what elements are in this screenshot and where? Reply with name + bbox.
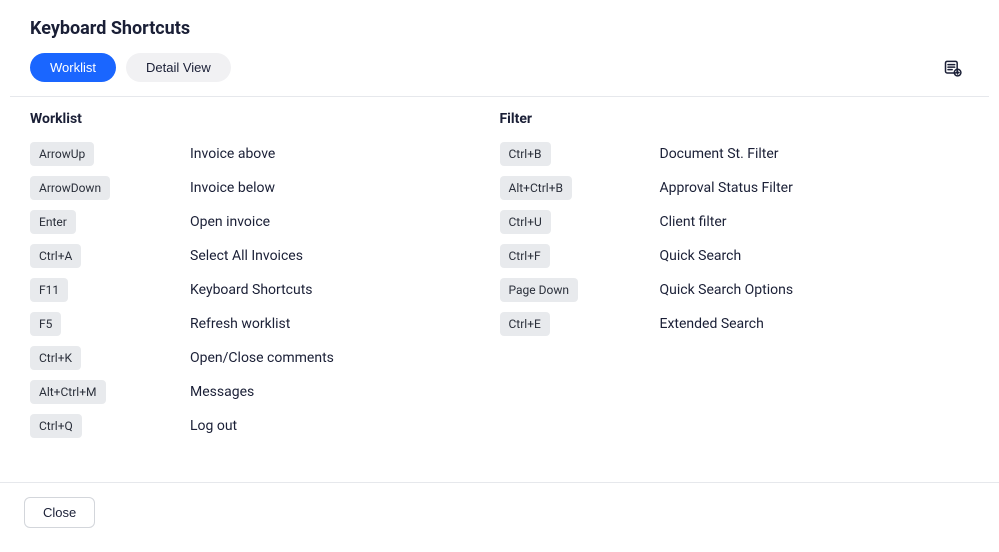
- shortcut-key: Page Down: [500, 278, 578, 302]
- shortcut-desc: Document St. Filter: [660, 146, 779, 162]
- shortcut-row: F11 Keyboard Shortcuts: [30, 273, 500, 307]
- shortcut-row: ArrowDown Invoice below: [30, 171, 500, 205]
- shortcut-row: Enter Open invoice: [30, 205, 500, 239]
- shortcut-key: F5: [30, 312, 61, 336]
- dialog-header: Keyboard Shortcuts Worklist Detail View: [0, 0, 999, 96]
- shortcut-key: Ctrl+E: [500, 312, 550, 336]
- shortcut-desc: Open/Close comments: [190, 350, 334, 366]
- shortcut-key: ArrowUp: [30, 142, 94, 166]
- column-filter: Filter Ctrl+B Document St. Filter Alt+Ct…: [500, 111, 970, 443]
- tab-detail-view[interactable]: Detail View: [126, 53, 231, 82]
- shortcut-key: Ctrl+Q: [30, 414, 82, 438]
- shortcut-desc: Log out: [190, 418, 237, 434]
- shortcut-desc: Refresh worklist: [190, 316, 290, 332]
- shortcut-key: Alt+Ctrl+M: [30, 380, 106, 404]
- shortcut-row: Ctrl+B Document St. Filter: [500, 137, 970, 171]
- shortcut-row: Ctrl+E Extended Search: [500, 307, 970, 341]
- section-heading-worklist: Worklist: [30, 111, 500, 127]
- shortcut-row: Page Down Quick Search Options: [500, 273, 970, 307]
- shortcut-table-filter: Ctrl+B Document St. Filter Alt+Ctrl+B Ap…: [500, 137, 970, 341]
- shortcut-row: Ctrl+U Client filter: [500, 205, 970, 239]
- shortcut-desc: Quick Search: [660, 248, 742, 264]
- shortcut-key: Ctrl+U: [500, 210, 551, 234]
- shortcut-key: Ctrl+A: [30, 244, 81, 268]
- shortcut-row: Ctrl+K Open/Close comments: [30, 341, 500, 375]
- shortcut-row: Ctrl+F Quick Search: [500, 239, 970, 273]
- tabs-group: Worklist Detail View: [30, 53, 231, 82]
- shortcut-row: ArrowUp Invoice above: [30, 137, 500, 171]
- shortcut-row: Alt+Ctrl+B Approval Status Filter: [500, 171, 970, 205]
- shortcut-row: F5 Refresh worklist: [30, 307, 500, 341]
- shortcut-desc: Messages: [190, 384, 254, 400]
- shortcut-desc: Invoice below: [190, 180, 275, 196]
- shortcut-desc: Client filter: [660, 214, 727, 230]
- shortcut-desc: Quick Search Options: [660, 282, 794, 298]
- shortcut-desc: Open invoice: [190, 214, 270, 230]
- tab-worklist[interactable]: Worklist: [30, 53, 116, 82]
- list-add-icon[interactable]: [943, 58, 963, 78]
- shortcut-desc: Keyboard Shortcuts: [190, 282, 313, 298]
- shortcut-table-worklist: ArrowUp Invoice above ArrowDown Invoice …: [30, 137, 500, 443]
- shortcut-key: Enter: [30, 210, 76, 234]
- shortcut-desc: Select All Invoices: [190, 248, 303, 264]
- shortcut-key: Ctrl+F: [500, 244, 550, 268]
- close-button[interactable]: Close: [24, 497, 95, 528]
- content-area: Worklist ArrowUp Invoice above ArrowDown…: [0, 97, 999, 443]
- shortcut-key: Ctrl+K: [30, 346, 81, 370]
- shortcut-row: Alt+Ctrl+M Messages: [30, 375, 500, 409]
- tabs-row: Worklist Detail View: [30, 53, 969, 96]
- shortcut-desc: Approval Status Filter: [660, 180, 793, 196]
- page-title: Keyboard Shortcuts: [30, 18, 969, 39]
- shortcut-row: Ctrl+Q Log out: [30, 409, 500, 443]
- shortcut-desc: Invoice above: [190, 146, 275, 162]
- column-worklist: Worklist ArrowUp Invoice above ArrowDown…: [30, 111, 500, 443]
- shortcut-key: Alt+Ctrl+B: [500, 176, 573, 200]
- shortcut-row: Ctrl+A Select All Invoices: [30, 239, 500, 273]
- shortcut-key: ArrowDown: [30, 176, 110, 200]
- section-heading-filter: Filter: [500, 111, 970, 127]
- dialog-footer: Close: [0, 482, 999, 552]
- shortcut-key: Ctrl+B: [500, 142, 551, 166]
- shortcut-desc: Extended Search: [660, 316, 764, 332]
- shortcut-key: F11: [30, 278, 68, 302]
